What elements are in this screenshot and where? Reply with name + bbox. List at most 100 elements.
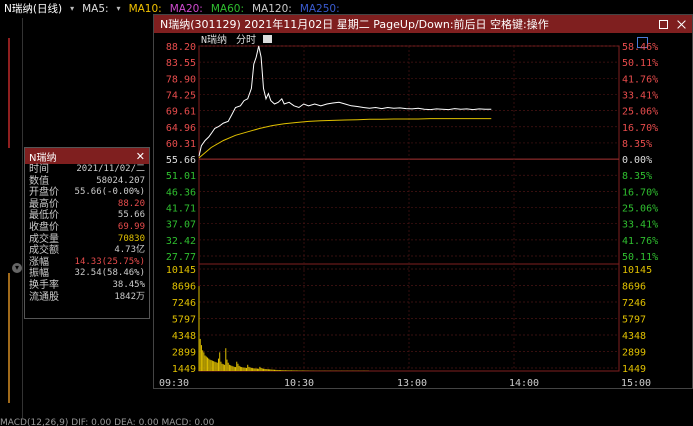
pct-tick-label: 0.00% <box>622 155 652 166</box>
price-tick-label: 51.01 <box>166 171 196 182</box>
info-row: 收盘价 69.99 <box>25 222 149 234</box>
kline-axis-strip: ▾ <box>0 18 23 418</box>
candle-mark <box>8 38 10 148</box>
info-key: 振幅 <box>29 268 49 280</box>
volume-tick-label: 10145 <box>622 265 652 276</box>
ma10-label: MA10: <box>128 2 162 15</box>
volume-tick-label: 1449 <box>622 364 646 375</box>
maximize-icon[interactable] <box>659 19 668 29</box>
price-tick-label: 46.36 <box>166 187 196 198</box>
price-tick-label: 60.31 <box>166 139 196 150</box>
price-tick-label: 88.20 <box>166 42 196 53</box>
dropdown-icon[interactable]: ▾ <box>70 4 74 13</box>
price-tick-label: 74.25 <box>166 90 196 101</box>
info-value: 88.20 <box>117 198 145 209</box>
info-value: 55.66 <box>117 210 145 221</box>
info-key: 换手率 <box>29 279 59 291</box>
info-row: 涨幅 14.33(25.75%) <box>25 257 149 269</box>
price-tick-label: 69.61 <box>166 107 196 118</box>
time-tick-label: 13:00 <box>397 378 427 388</box>
price-tick-label: 55.66 <box>166 155 196 166</box>
price-line <box>198 45 492 157</box>
intraday-window[interactable]: N瑞纳(301129) 2021年11月02日 星期二 PageUp/Down:… <box>153 14 693 389</box>
pct-tick-label: 41.76% <box>622 74 658 85</box>
volume-tick-label: 1449 <box>172 364 196 375</box>
info-titlebar: N瑞纳 ✕ <box>25 148 149 164</box>
info-key: 最低价 <box>29 210 59 222</box>
pct-tick-label: 8.35% <box>622 171 652 182</box>
info-value: 38.45% <box>112 279 145 290</box>
time-tick-label: 15:00 <box>621 378 651 388</box>
info-key: 时间 <box>29 164 49 175</box>
price-tick-label: 37.07 <box>166 220 196 231</box>
info-value: 2021/11/02/二 <box>76 164 145 174</box>
info-panel: N瑞纳 ✕ 时间 2021/11/02/二数值 58024.207 开盘价 55.66(… <box>24 147 150 319</box>
info-key: 收盘价 <box>29 221 59 233</box>
info-key: 成交量 <box>29 233 59 245</box>
info-value: 4.73亿 <box>114 245 145 256</box>
pct-tick-label: 25.06% <box>622 204 658 215</box>
price-tick-label: 27.77 <box>166 252 196 263</box>
intraday-chart[interactable]: 88.20 58.46% 83.55 50.11% 78.90 41.76% 74.25 33… <box>154 33 692 389</box>
stock-name[interactable]: N瑞纳(日线) <box>4 1 62 16</box>
pct-tick-label: 50.11% <box>622 58 658 69</box>
volume-tick-label: 2899 <box>622 348 646 359</box>
volume-tick-label: 4348 <box>172 331 196 342</box>
window-titlebar[interactable]: N瑞纳(301129) 2021年11月02日 星期二 PageUp/Down:… <box>154 15 692 33</box>
close-icon[interactable] <box>677 20 686 29</box>
volume-tick-label: 7246 <box>622 298 646 309</box>
price-tick-label: 83.55 <box>166 58 196 69</box>
volume-tick-label: 4348 <box>622 331 646 342</box>
volume-tick-label: 8696 <box>622 282 646 293</box>
pct-tick-label: 16.70% <box>622 187 658 198</box>
price-tick-label: 78.90 <box>166 74 196 85</box>
info-row: 成交额 4.73亿 <box>25 245 149 257</box>
info-row: 振幅 32.54(58.46%) <box>25 268 149 280</box>
volume-mark <box>8 273 10 403</box>
pct-tick-label: 16.70% <box>622 123 658 134</box>
info-row: 最高价 88.20 <box>25 199 149 211</box>
pct-tick-label: 33.41% <box>622 220 658 231</box>
volume-tick-label: 7246 <box>172 298 196 309</box>
pct-tick-label: 58.46% <box>622 42 658 53</box>
info-row: 换手率 38.45% <box>25 280 149 292</box>
ma5-label: MA5: <box>82 2 109 15</box>
info-key: 数值 <box>29 175 49 187</box>
info-value: 58024.207 <box>96 175 145 186</box>
info-key: 开盘价 <box>29 187 59 199</box>
ma60-label: MA60: <box>210 2 244 15</box>
price-tick-label: 32.42 <box>166 236 196 247</box>
pct-tick-label: 25.06% <box>622 107 658 118</box>
info-value: 55.66(-0.00%) <box>74 187 145 198</box>
info-row: 最低价 55.66 <box>25 210 149 222</box>
window-title: N瑞纳(301129) 2021年11月02日 星期二 PageUp/Down:… <box>160 18 549 31</box>
camera-icon[interactable] <box>263 35 272 43</box>
time-tick-label: 09:30 <box>159 378 189 388</box>
info-rows: 时间 2021/11/02/二数值 58024.207 开盘价 55.66(-0.00%… <box>25 164 149 303</box>
pct-tick-label: 8.35% <box>622 139 652 150</box>
info-value: 70830 <box>117 233 145 244</box>
info-row: 数值 58024.207 <box>25 176 149 188</box>
volume-tick-label: 2899 <box>172 348 196 359</box>
info-key: 最高价 <box>29 198 59 210</box>
info-value: 14.33(25.75%) <box>74 256 145 267</box>
pct-tick-label: 41.76% <box>622 236 658 247</box>
price-tick-label: 64.96 <box>166 123 196 134</box>
pct-tick-label: 33.41% <box>622 90 658 101</box>
info-value: 1842万 <box>114 291 145 302</box>
macd-bar: MACD(12,26,9) DIF: 0.00 DEA: 0.00 MACD: … <box>0 418 215 426</box>
volume-tick-label: 8696 <box>172 282 196 293</box>
time-tick-label: 14:00 <box>509 378 539 388</box>
ma120-label: MA120: <box>251 2 292 15</box>
info-row: 开盘价 55.66(-0.00%) <box>25 187 149 199</box>
ma250-label: MA250: <box>299 2 340 15</box>
info-value: 69.99 <box>117 221 145 232</box>
info-row: 流通股 1842万 <box>25 292 149 304</box>
dropdown-icon[interactable]: ▾ <box>117 4 121 13</box>
ma20-label: MA20: <box>169 2 203 15</box>
collapse-icon[interactable]: ▾ <box>12 263 22 273</box>
info-row: 成交量 70830 <box>25 234 149 246</box>
time-tick-label: 10:30 <box>284 378 314 388</box>
close-icon[interactable]: ✕ <box>136 150 145 163</box>
volume-tick-label: 5797 <box>172 315 196 326</box>
